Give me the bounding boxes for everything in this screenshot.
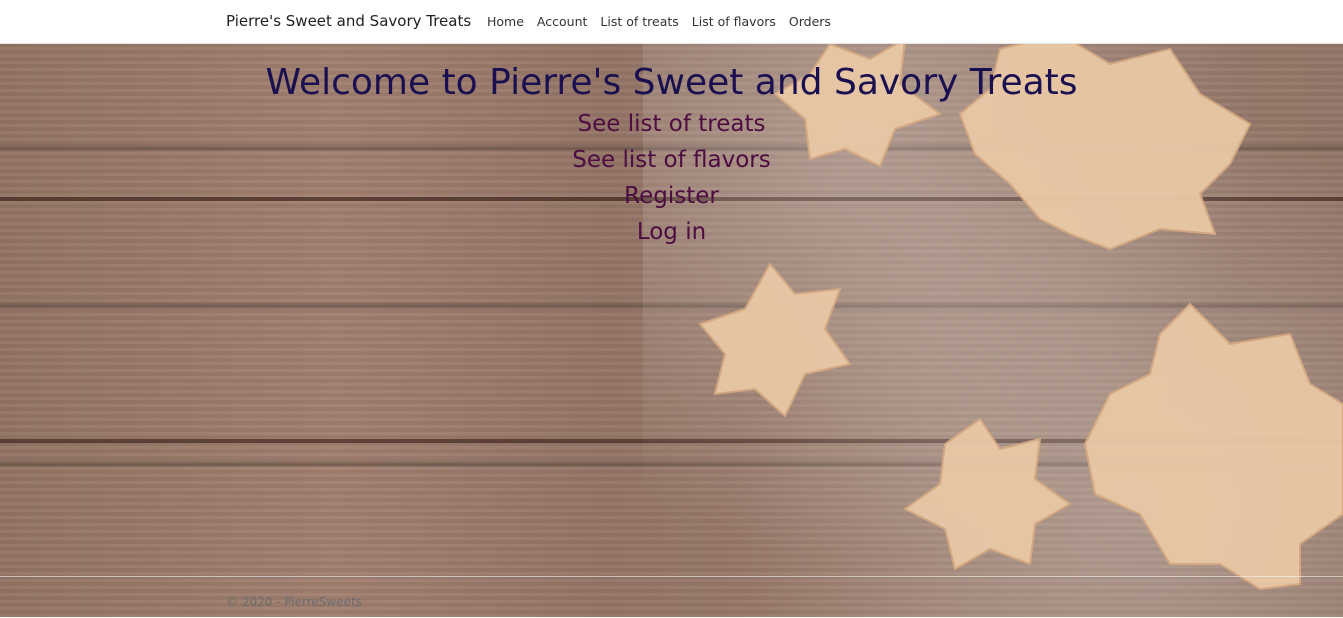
nav-home[interactable]: Home (487, 14, 524, 29)
star-cookie (698, 262, 852, 418)
register-link[interactable]: Register (624, 178, 719, 214)
footer-copyright: © 2020 - PierreSweets (226, 595, 362, 609)
nav-list-of-treats[interactable]: List of treats (600, 14, 678, 29)
main-content: Welcome to Pierre's Sweet and Savory Tre… (0, 44, 1343, 250)
nav-links: Home Account List of treats List of flav… (487, 14, 831, 29)
snowflake-cookie (1083, 302, 1343, 591)
see-flavors-link[interactable]: See list of flavors (572, 142, 771, 178)
see-treats-link[interactable]: See list of treats (578, 106, 766, 142)
star-cookie (903, 417, 1072, 571)
nav-account[interactable]: Account (537, 14, 587, 29)
footer: © 2020 - PierreSweets (0, 576, 1343, 618)
nav-orders[interactable]: Orders (789, 14, 831, 29)
top-navbar: Pierre's Sweet and Savory Treats Home Ac… (0, 0, 1343, 44)
log-in-link[interactable]: Log in (637, 214, 706, 250)
brand-link[interactable]: Pierre's Sweet and Savory Treats (226, 12, 471, 30)
page-title: Welcome to Pierre's Sweet and Savory Tre… (265, 62, 1078, 103)
nav-list-of-flavors[interactable]: List of flavors (692, 14, 776, 29)
